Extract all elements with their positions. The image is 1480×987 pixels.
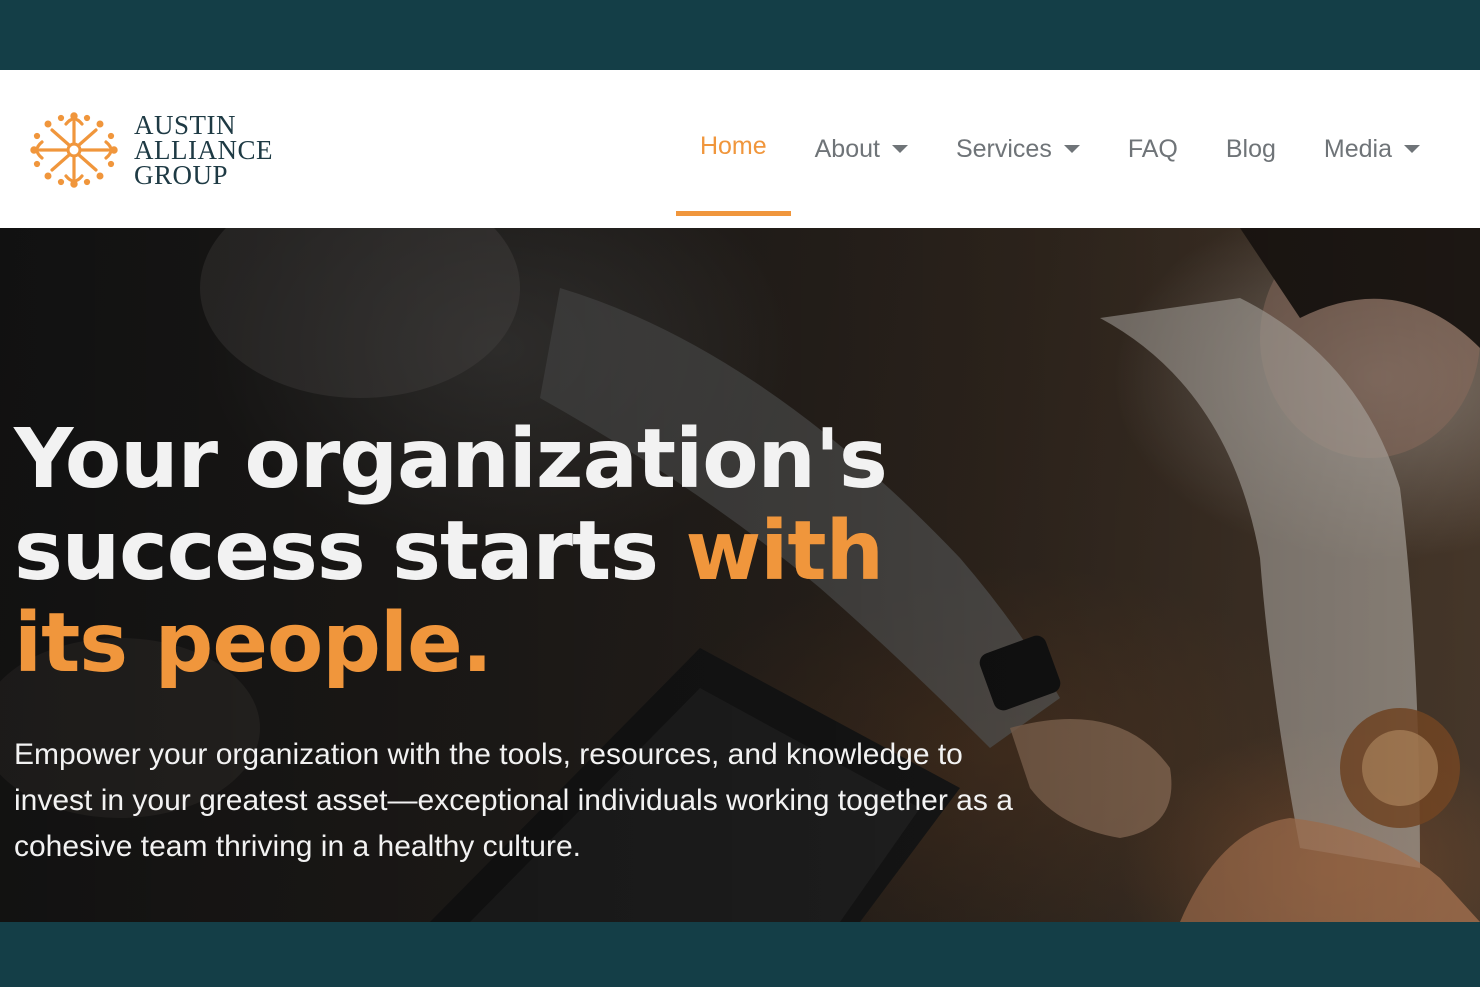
nav-item-faq[interactable]: FAQ (1104, 70, 1202, 228)
chevron-down-icon[interactable] (891, 145, 908, 153)
nav-label-media: Media (1323, 134, 1392, 163)
nav-label-services: Services (955, 134, 1052, 163)
nav-label-about: About (814, 134, 880, 163)
chevron-down-icon[interactable] (1404, 145, 1420, 153)
top-frame-bar (0, 0, 1480, 70)
sun-burst-logo-icon (30, 112, 118, 188)
hero-section: Your organization's success starts with … (0, 228, 1480, 922)
bottom-frame-bar (0, 922, 1480, 987)
nav-item-about[interactable]: About (791, 70, 932, 228)
logo-wordmark: AUSTIN ALLIANCE GROUP (134, 109, 273, 190)
nav-item-media[interactable]: Media (1300, 70, 1444, 228)
hero-title: Your organization's success starts with … (14, 414, 974, 690)
site-header: AUSTIN ALLIANCE GROUP Home About Service… (0, 70, 1480, 228)
logo-line-group: GROUP (134, 159, 229, 190)
active-nav-underline (675, 211, 791, 216)
logo-line-austin: AUSTIN (134, 109, 236, 140)
nav-item-blog[interactable]: Blog (1202, 70, 1300, 228)
nav-label-faq: FAQ (1127, 134, 1178, 163)
nav-item-home[interactable]: Home (675, 70, 791, 228)
nav-item-services[interactable]: Services (932, 70, 1104, 228)
site-logo[interactable]: AUSTIN ALLIANCE GROUP (28, 110, 288, 190)
chevron-down-icon[interactable] (1063, 145, 1080, 153)
logo-line-alliance: ALLIANCE (134, 134, 273, 165)
hero-subtitle: Empower your organization with the tools… (14, 738, 1013, 863)
main-nav: Home About Services FAQ Blog Media (675, 70, 1444, 228)
nav-label-home: Home (699, 131, 767, 160)
nav-label-blog: Blog (1225, 134, 1276, 163)
